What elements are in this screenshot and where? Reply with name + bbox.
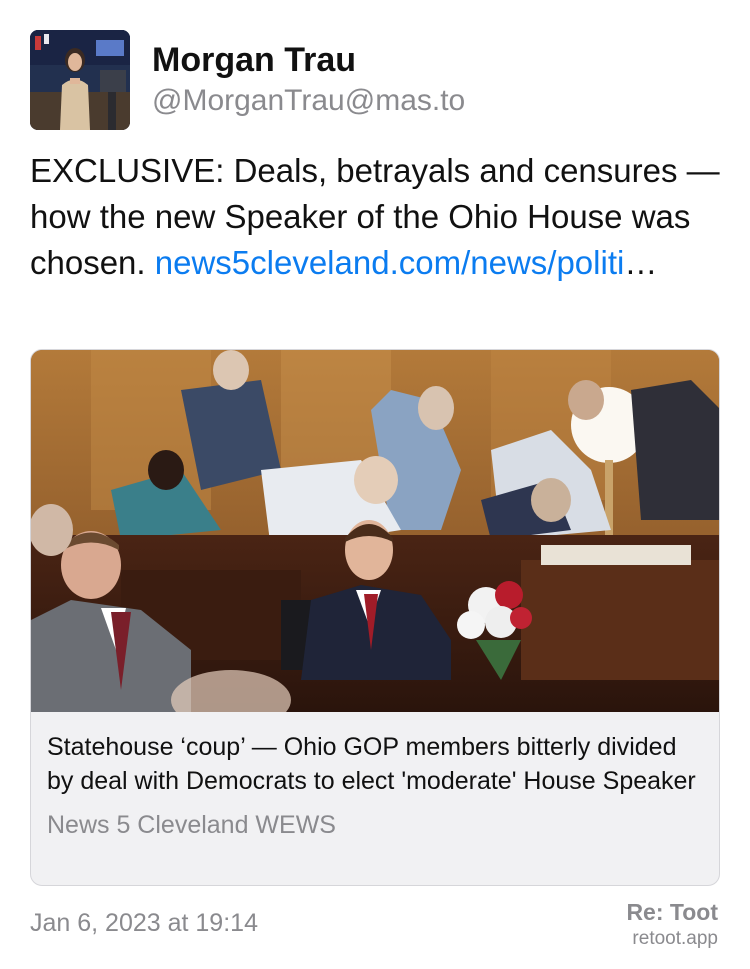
post-link-ellipsis: … bbox=[624, 244, 658, 281]
statehouse-photo bbox=[31, 350, 719, 712]
avatar[interactable] bbox=[30, 30, 130, 130]
brand-title: Re: Toot bbox=[626, 899, 718, 925]
post-timestamp: Jan 6, 2023 at 19:14 bbox=[30, 909, 258, 937]
link-preview-image bbox=[31, 350, 719, 712]
link-preview-card[interactable]: Statehouse ‘coup’ — Ohio GOP members bit… bbox=[30, 349, 720, 886]
link-preview-title: Statehouse ‘coup’ — Ohio GOP members bit… bbox=[47, 733, 696, 795]
post-text: EXCLUSIVE: Deals, betrayals and censures… bbox=[30, 148, 720, 286]
link-preview-source: News 5 Cleveland WEWS bbox=[47, 811, 336, 839]
app-watermark: Re: Toot retoot.app bbox=[626, 898, 718, 952]
post-header: Morgan Trau @MorganTrau@mas.to bbox=[30, 30, 465, 130]
avatar-photo bbox=[30, 30, 130, 130]
author-display-name[interactable]: Morgan Trau bbox=[152, 40, 465, 80]
brand-site: retoot.app bbox=[632, 928, 718, 949]
author-handle[interactable]: @MorganTrau@mas.to bbox=[152, 82, 465, 120]
post-link[interactable]: news5cleveland.com/news/politi bbox=[155, 244, 625, 281]
